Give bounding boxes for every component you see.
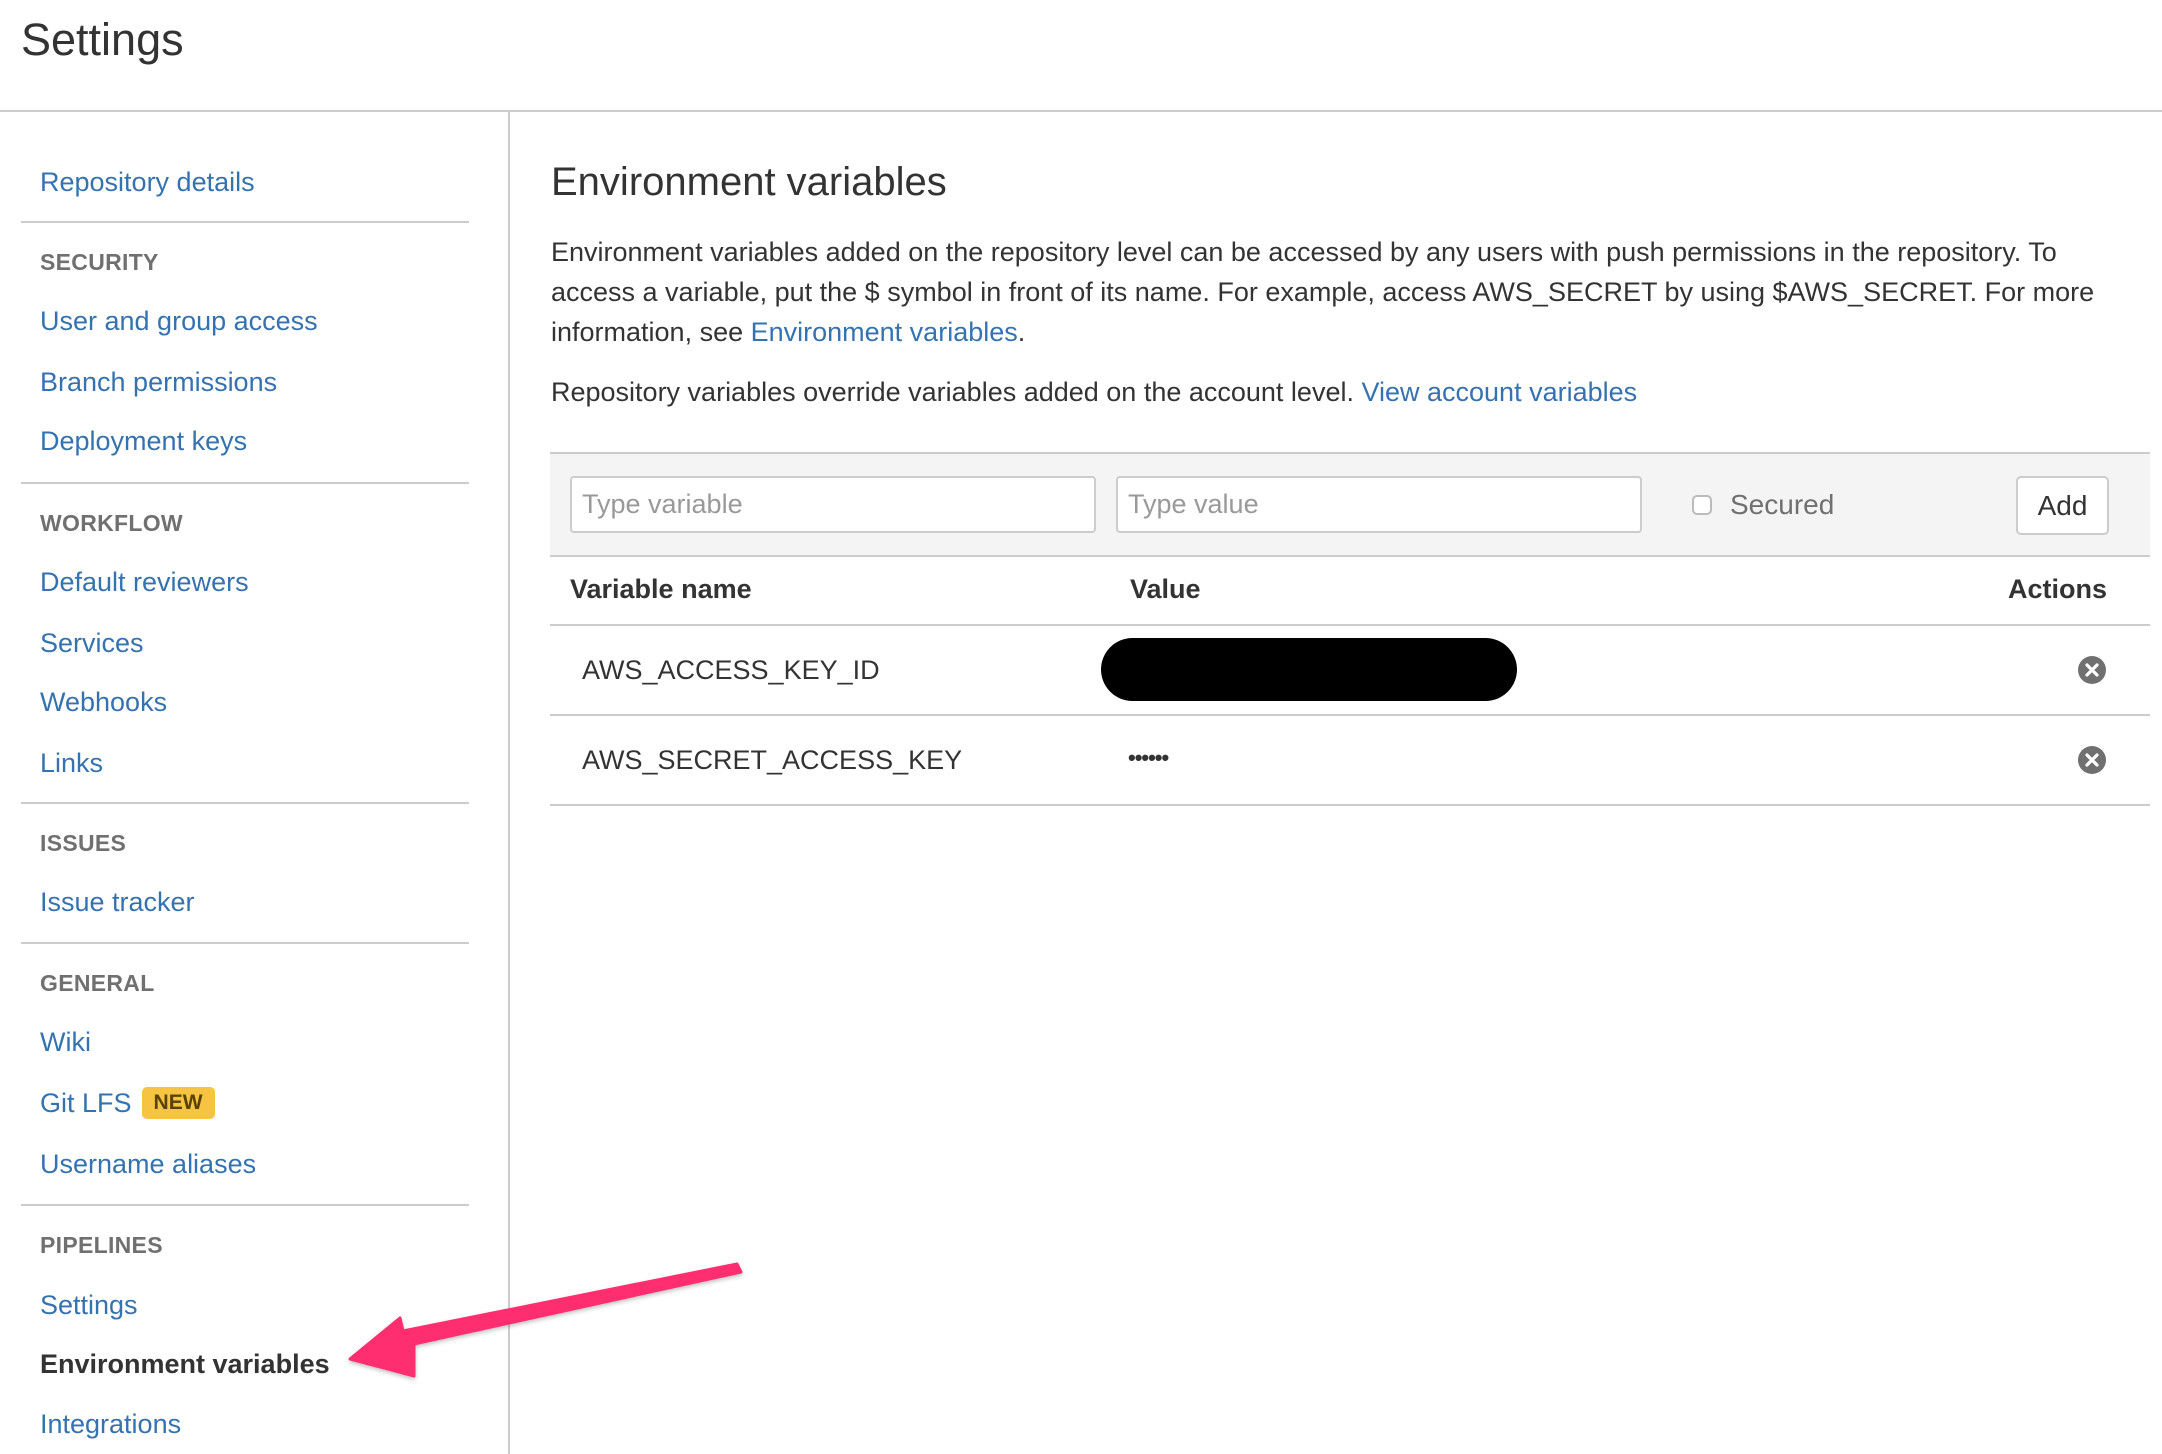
sidebar-heading-issues: ISSUES xyxy=(40,830,127,856)
variable-name-input[interactable] xyxy=(570,476,1096,533)
sidebar-item-webhooks[interactable]: Webhooks xyxy=(40,685,167,719)
sidebar-item-repository-details[interactable]: Repository details xyxy=(40,165,255,199)
annotation-arrow-icon xyxy=(348,1262,743,1378)
add-variable-form: Secured Add xyxy=(550,452,2150,557)
sidebar-heading-security: SECURITY xyxy=(40,249,159,275)
section-title: Environment variables xyxy=(551,160,947,204)
environment-variables-docs-link[interactable]: Environment variables xyxy=(751,317,1018,347)
table-row-divider xyxy=(550,714,2150,716)
masked-value: •••••• xyxy=(1128,745,1169,770)
header-divider xyxy=(0,110,2162,112)
sidebar-item-wiki[interactable]: Wiki xyxy=(40,1025,91,1059)
sidebar-item-deployment-keys[interactable]: Deployment keys xyxy=(40,424,247,458)
column-header-variable-name: Variable name xyxy=(570,574,752,604)
sidebar-item-links[interactable]: Links xyxy=(40,746,103,780)
sidebar-item-integrations[interactable]: Integrations xyxy=(40,1407,181,1441)
arrow-shape xyxy=(348,1262,743,1378)
secured-label[interactable]: Secured xyxy=(1730,488,1834,522)
delete-icon[interactable] xyxy=(2078,656,2106,684)
sidebar-item-git-lfs[interactable]: Git LFS NEW xyxy=(40,1086,215,1120)
sidebar-item-user-and-group-access[interactable]: User and group access xyxy=(40,304,318,338)
sidebar-item-pipelines-settings[interactable]: Settings xyxy=(40,1288,138,1322)
sidebar-divider xyxy=(21,942,469,944)
page-title: Settings xyxy=(21,14,184,65)
column-header-actions: Actions xyxy=(2008,574,2108,604)
sidebar-item-branch-permissions[interactable]: Branch permissions xyxy=(40,365,277,399)
sidebar-item-services[interactable]: Services xyxy=(40,626,144,660)
sidebar-item-environment-variables[interactable]: Environment variables xyxy=(40,1347,330,1381)
sidebar-item-issue-tracker[interactable]: Issue tracker xyxy=(40,885,195,919)
description-paragraph: Environment variables added on the repos… xyxy=(551,232,2141,352)
override-text: Repository variables override variables … xyxy=(551,377,1362,407)
sidebar-heading-general: GENERAL xyxy=(40,970,155,996)
table-row-divider xyxy=(550,804,2150,806)
override-paragraph: Repository variables override variables … xyxy=(551,372,2141,412)
table-header-divider xyxy=(550,624,2150,626)
delete-icon[interactable] xyxy=(2078,746,2106,774)
column-header-value: Value xyxy=(1130,574,1201,604)
view-account-variables-link[interactable]: View account variables xyxy=(1361,377,1637,407)
sidebar-divider xyxy=(21,802,469,804)
variable-name-cell: AWS_SECRET_ACCESS_KEY xyxy=(582,745,963,775)
sidebar-item-username-aliases[interactable]: Username aliases xyxy=(40,1147,256,1181)
sidebar-divider xyxy=(21,482,469,484)
variable-value-input[interactable] xyxy=(1116,476,1642,533)
sidebar-heading-pipelines: PIPELINES xyxy=(40,1232,163,1258)
description-end: . xyxy=(1017,317,1026,347)
redacted-value xyxy=(1101,638,1517,701)
sidebar-border xyxy=(508,111,510,1454)
variable-name-cell: AWS_ACCESS_KEY_ID xyxy=(582,655,880,685)
sidebar-divider xyxy=(21,221,469,223)
secured-checkbox[interactable] xyxy=(1692,495,1712,515)
new-badge: NEW xyxy=(141,1087,215,1119)
sidebar-heading-workflow: WORKFLOW xyxy=(40,510,183,536)
add-button[interactable]: Add xyxy=(2016,476,2109,535)
sidebar-item-label: Git LFS xyxy=(40,1088,132,1118)
sidebar-item-default-reviewers[interactable]: Default reviewers xyxy=(40,565,249,599)
sidebar-divider xyxy=(21,1204,469,1206)
